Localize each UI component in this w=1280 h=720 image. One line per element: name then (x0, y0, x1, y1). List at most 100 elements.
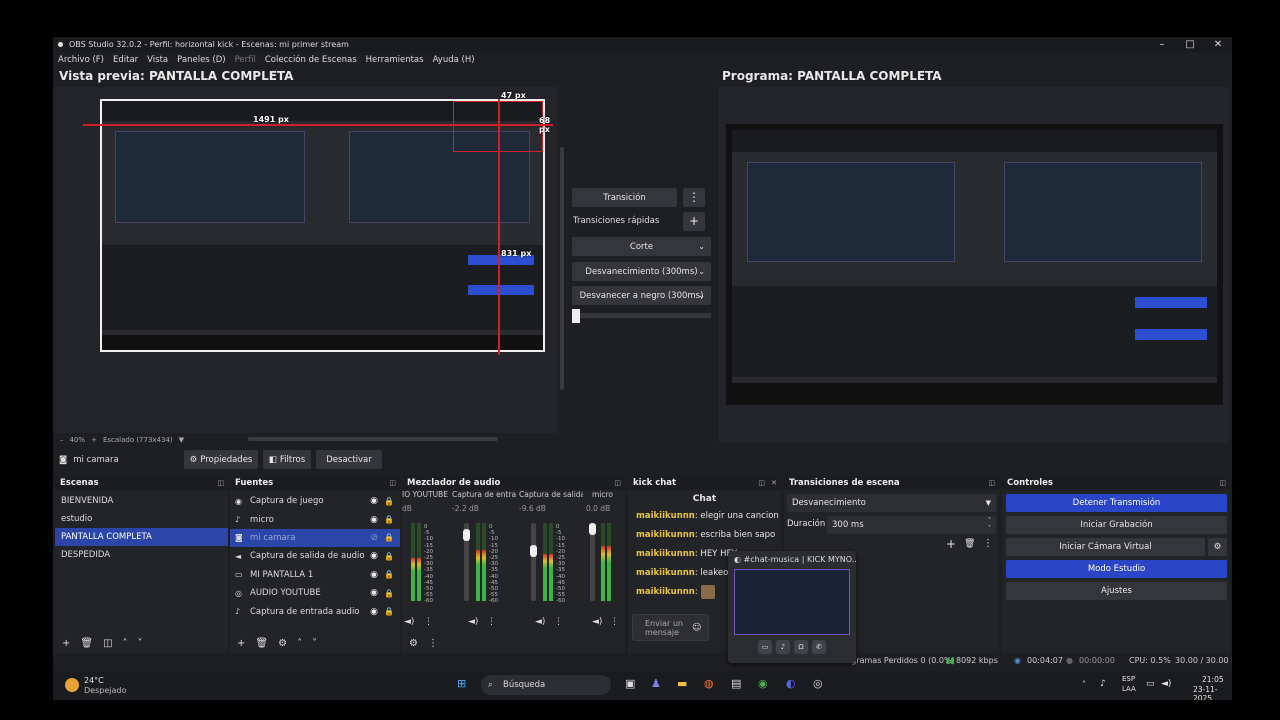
start-recording-button[interactable]: Iniciar Grabación (1006, 516, 1227, 534)
scene-item-despedida[interactable]: DESPEDIDA (55, 546, 228, 564)
chevron-down-icon[interactable]: ˅ (138, 638, 143, 649)
chevron-up-icon[interactable]: ˄ (1082, 680, 1086, 689)
source-item[interactable]: ◄ Captura de salida de audio ◉ 🔒 (230, 547, 400, 565)
settings-button[interactable]: Ajustes (1006, 582, 1227, 600)
scale-dropdown[interactable]: Escalado (773x434) (103, 436, 173, 444)
speaker-icon[interactable]: ◄) (404, 617, 414, 627)
lock-icon[interactable]: 🔒 (384, 607, 394, 616)
clock-time[interactable]: 21:05 (1202, 675, 1224, 684)
menu-vista[interactable]: Vista (147, 55, 168, 65)
kebab-icon[interactable]: ⋮ (487, 617, 496, 627)
task-view-icon[interactable]: ▣ (625, 677, 635, 690)
menu-editar[interactable]: Editar (113, 55, 138, 65)
chevron-down-icon[interactable]: ▼ (179, 436, 184, 444)
add-icon[interactable]: + (946, 537, 956, 551)
source-item[interactable]: ◎ AUDIO YOUTUBE ◉ 🔒 (230, 584, 400, 602)
source-item[interactable]: ◙ mi camara ⊘ 🔒 (230, 528, 400, 548)
maximize-button[interactable]: □ (1176, 37, 1204, 52)
menu-herramientas[interactable]: Herramientas (366, 55, 424, 65)
zoom-in-icon[interactable]: + (91, 436, 97, 444)
volume-fader[interactable] (463, 523, 470, 601)
source-item[interactable]: ◉ Captura de juego ◉ 🔒 (230, 492, 400, 510)
source-item[interactable]: ♪ micro ◉ 🔒 (230, 510, 400, 528)
undock-icon[interactable]: ◫ (614, 476, 621, 490)
studio-mode-button[interactable]: Modo Estudio (1006, 560, 1227, 578)
scene-item-pantalla-completa[interactable]: PANTALLA COMPLETA (55, 528, 228, 546)
language[interactable]: ESP (1122, 675, 1135, 683)
filters-button[interactable]: ◧ Filtros (263, 450, 311, 469)
gear-icon[interactable]: ⚙ (278, 638, 287, 649)
menu-archivo[interactable]: Archivo (F) (58, 55, 104, 65)
chat-user[interactable]: maikiikunnn (636, 511, 695, 521)
volume-fader[interactable] (589, 523, 596, 601)
speaker-icon[interactable]: ◄) (535, 617, 545, 627)
preview-horizontal-scrollbar[interactable] (248, 437, 498, 441)
menu-ayuda[interactable]: Ayuda (H) (433, 55, 475, 65)
quick-transition-cut[interactable]: Corte ⌄ (572, 237, 711, 256)
lock-icon[interactable]: 🔒 (384, 533, 394, 542)
transition-menu-button[interactable]: ⋮ (683, 188, 705, 207)
fader-knob[interactable] (589, 523, 596, 535)
add-icon[interactable]: + (62, 638, 70, 649)
quick-transition-fade-black[interactable]: Desvanecer a negro (300ms) ⌄ (572, 286, 711, 305)
trash-icon[interactable]: 🗑 (80, 638, 93, 649)
kebab-icon[interactable]: ⋮ (554, 617, 563, 627)
duration-input[interactable]: 300 ms ˄ ˅ (827, 516, 996, 534)
filter-icon[interactable]: ◫ (103, 638, 112, 649)
menu-paneles[interactable]: Paneles (D) (177, 55, 225, 65)
undock-icon[interactable]: ◫ (1219, 476, 1226, 490)
chevron-up-icon[interactable]: ˄ (123, 638, 128, 649)
preview-vertical-scrollbar[interactable] (560, 147, 564, 390)
microphone-icon[interactable]: ♪ (1100, 679, 1106, 689)
chat-user[interactable]: maikiikunnn (636, 587, 695, 597)
speaker-icon[interactable]: ◄) (592, 617, 602, 627)
menu-coleccion[interactable]: Colección de Escenas (265, 55, 357, 65)
virtual-camera-settings-button[interactable]: ⚙ (1208, 538, 1227, 556)
trash-icon[interactable]: 🗑 (964, 539, 975, 549)
quick-transition-fade[interactable]: Desvanecimiento (300ms) ⌄ (572, 262, 711, 281)
preview-area[interactable]: 47 px 1491 px 68 px 831 px (55, 87, 558, 433)
lock-icon[interactable]: 🔒 (384, 515, 394, 524)
kebab-icon[interactable]: ⋮ (983, 538, 993, 549)
taskbar-search[interactable]: ⌕ Búsqueda (481, 675, 611, 695)
source-item[interactable]: ♪ Captura de entrada audio ◉ 🔒 (230, 602, 400, 620)
undock-icon[interactable]: ◫ (389, 476, 396, 490)
t-bar-track[interactable] (572, 313, 711, 318)
zoom-out-icon[interactable]: – (60, 436, 64, 444)
gear-icon[interactable]: ⚙ (409, 638, 418, 649)
windows-start-icon[interactable]: ⊞ (457, 677, 466, 690)
network-icon[interactable]: ▭ (1146, 679, 1155, 689)
lock-icon[interactable]: 🔒 (384, 570, 394, 579)
lock-icon[interactable]: 🔒 (384, 497, 394, 506)
eye-icon[interactable]: ◉ (370, 588, 378, 598)
eye-icon[interactable]: ◉ (370, 496, 378, 506)
emoji-icon[interactable]: ☺ (692, 623, 701, 633)
phone-icon[interactable]: ✆ (812, 640, 826, 654)
source-item[interactable]: ▭ MI PANTALLA 1 ◉ 🔒 (230, 566, 400, 584)
add-icon[interactable]: + (237, 638, 245, 649)
transition-button[interactable]: Transición (572, 188, 677, 207)
scene-item-bienvenida[interactable]: BIENVENIDA (55, 492, 228, 510)
teams-icon[interactable]: ♟ (651, 677, 661, 690)
add-quick-transition-button[interactable]: + (683, 212, 705, 231)
spinner-icon[interactable]: ˄ ˅ (988, 517, 991, 533)
lock-icon[interactable]: 🔒 (384, 589, 394, 598)
menu-perfil[interactable]: Perfil (235, 55, 256, 65)
weather-icon[interactable] (65, 678, 79, 692)
undock-icon[interactable]: ◫ (217, 476, 224, 490)
volume-icon[interactable]: ◄) (1161, 679, 1171, 689)
keyboard-layout[interactable]: LAA (1122, 685, 1136, 693)
properties-button[interactable]: ⚙ Propiedades (184, 450, 258, 469)
chat-user[interactable]: maikiikunnn (636, 549, 695, 559)
undock-icon[interactable]: ◫ (758, 476, 765, 490)
terminal-icon[interactable]: ▤ (731, 677, 741, 690)
chat-user[interactable]: maikiikunnn (636, 568, 695, 578)
folder-icon[interactable]: ▬ (677, 677, 687, 690)
microphone-icon[interactable]: ♪ (776, 640, 790, 654)
fader-knob[interactable] (463, 529, 470, 541)
chrome-icon[interactable]: ◉ (758, 677, 768, 690)
eye-icon[interactable]: ◉ (370, 570, 378, 580)
kebab-icon[interactable]: ⋮ (428, 638, 438, 649)
trash-icon[interactable]: 🗑 (255, 638, 268, 649)
camera-icon[interactable]: ▭ (758, 640, 772, 654)
